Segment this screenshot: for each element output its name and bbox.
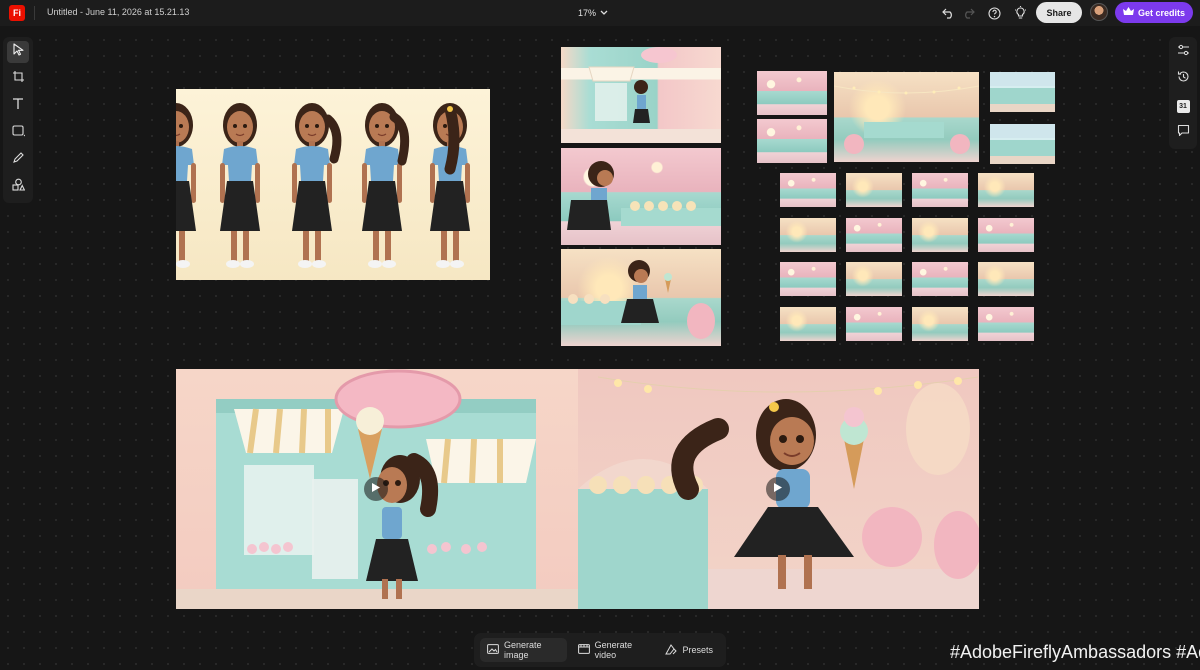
dancing-girl-art xyxy=(561,260,715,339)
calendar-icon: 31 xyxy=(1176,99,1190,113)
help-icon[interactable] xyxy=(986,5,1002,21)
get-credits-label: Get credits xyxy=(1137,7,1186,18)
interior-thumb-2[interactable] xyxy=(757,119,827,163)
calendar-button[interactable]: 31 xyxy=(1172,95,1194,117)
redo-icon[interactable] xyxy=(960,5,976,21)
bakery-counter-image[interactable] xyxy=(561,148,721,245)
storefront-thumb-1[interactable] xyxy=(990,72,1055,112)
get-credits-button[interactable]: Get credits xyxy=(1115,2,1193,23)
sliders-icon xyxy=(1177,43,1190,61)
divider xyxy=(34,6,35,20)
generate-video-button[interactable]: Generate video xyxy=(571,638,655,662)
dancing-girl-image[interactable] xyxy=(561,249,721,346)
play-button-1[interactable] xyxy=(364,477,388,501)
user-avatar[interactable] xyxy=(1090,3,1108,21)
comments-button[interactable] xyxy=(1172,122,1194,144)
play-button-2[interactable] xyxy=(766,477,790,501)
interior-main-image[interactable] xyxy=(834,72,979,162)
presets-label: Presets xyxy=(682,645,713,655)
generate-image-label: Generate image xyxy=(504,640,542,660)
variation-thumb[interactable] xyxy=(780,306,836,341)
top-bar: Fi Untitled - June 11, 2026 at 15.21.13 … xyxy=(0,0,1200,26)
character-figures xyxy=(176,102,471,269)
video-clip-storefront[interactable] xyxy=(176,369,578,609)
text-tool-button[interactable] xyxy=(7,95,29,117)
interior-main-art xyxy=(834,85,979,154)
presets-icon xyxy=(665,643,678,657)
fill-shapes-icon xyxy=(11,178,25,196)
variation-thumb[interactable] xyxy=(912,306,968,341)
comment-icon xyxy=(1177,124,1190,142)
left-toolbar xyxy=(3,37,33,203)
shape-tool-button[interactable] xyxy=(7,122,29,144)
lightbulb-icon[interactable] xyxy=(1012,5,1028,21)
adjustments-button[interactable] xyxy=(1172,41,1194,63)
variation-thumb[interactable] xyxy=(846,173,902,207)
chevron-down-icon xyxy=(600,8,608,18)
storefront-thumb-2[interactable] xyxy=(990,124,1055,164)
video-clip-dancing[interactable] xyxy=(578,369,979,609)
variation-thumb[interactable] xyxy=(846,306,902,341)
zoom-dropdown[interactable]: 17% xyxy=(572,4,614,22)
history-button[interactable] xyxy=(1172,68,1194,90)
crown-icon xyxy=(1122,7,1134,18)
calendar-date: 31 xyxy=(1179,102,1187,110)
select-tool-button[interactable] xyxy=(7,41,29,63)
character-turnaround-image[interactable] xyxy=(176,89,490,280)
presets-button[interactable]: Presets xyxy=(658,638,720,662)
generate-video-label: Generate video xyxy=(594,640,633,660)
firefly-logo[interactable]: Fi xyxy=(9,5,25,21)
variation-thumb[interactable] xyxy=(846,262,902,296)
variation-thumb[interactable] xyxy=(780,173,836,207)
zoom-level: 17% xyxy=(578,8,597,18)
text-icon xyxy=(12,97,24,115)
interior-thumb-1[interactable] xyxy=(757,71,827,115)
history-icon xyxy=(1177,70,1190,88)
right-toolbar: 31 xyxy=(1169,37,1197,149)
variation-thumb[interactable] xyxy=(978,217,1034,252)
play-icon xyxy=(371,480,381,498)
rectangle-icon xyxy=(11,124,25,142)
pencil-icon xyxy=(12,151,25,169)
image-icon xyxy=(487,644,499,656)
variation-thumb[interactable] xyxy=(846,217,902,252)
arrow-pointer-icon xyxy=(12,43,24,61)
undo-icon[interactable] xyxy=(940,5,956,21)
fill-tool-button[interactable] xyxy=(7,176,29,198)
variation-thumb[interactable] xyxy=(912,262,968,296)
document-title[interactable]: Untitled - June 11, 2026 at 15.21.13 xyxy=(47,7,189,17)
share-button[interactable]: Share xyxy=(1036,2,1082,23)
variation-thumb[interactable] xyxy=(912,173,968,207)
draw-tool-button[interactable] xyxy=(7,149,29,171)
frame-tool-button[interactable] xyxy=(7,68,29,90)
variation-thumb[interactable] xyxy=(978,173,1034,207)
variation-thumb[interactable] xyxy=(978,306,1034,341)
play-icon xyxy=(773,480,783,498)
variation-thumb[interactable] xyxy=(912,217,968,252)
variation-thumb[interactable] xyxy=(978,262,1034,296)
variation-thumb[interactable] xyxy=(780,262,836,296)
watermark-hashtags: #AdobeFireflyAmbassadors #Ad xyxy=(950,642,1200,662)
variation-thumb[interactable] xyxy=(780,217,836,252)
video-icon xyxy=(577,644,590,656)
generate-image-button[interactable]: Generate image xyxy=(480,638,567,662)
frame-icon xyxy=(12,70,25,88)
shop-exterior-image[interactable] xyxy=(561,47,721,143)
shop-exterior-art xyxy=(561,47,721,143)
generate-toolbar: Generate image Generate video Presets xyxy=(474,633,726,667)
bakery-counter-art xyxy=(567,161,721,230)
